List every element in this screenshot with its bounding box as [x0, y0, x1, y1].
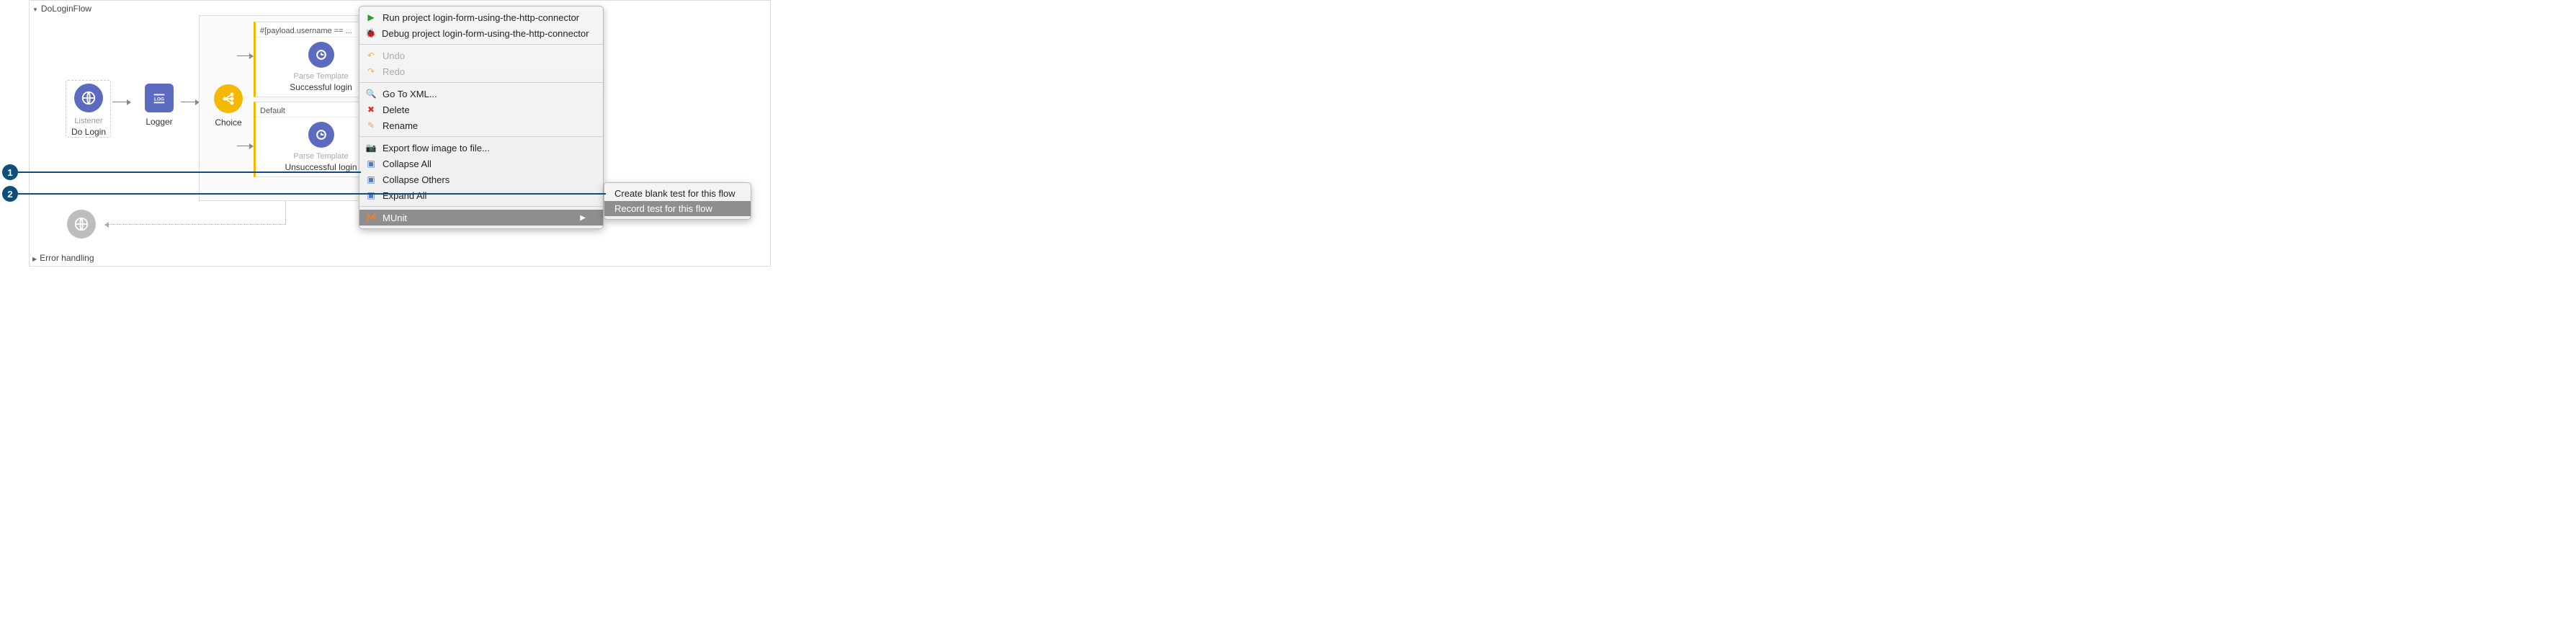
munit-submenu: Create blank test for this flow Record t…: [604, 182, 751, 220]
flow-title[interactable]: DoLoginFlow: [32, 4, 91, 14]
menu-delete[interactable]: ✖ Delete: [359, 102, 603, 117]
callout-line: [18, 193, 606, 195]
menu-undo[interactable]: ↶ Undo: [359, 48, 603, 63]
menu-redo[interactable]: ↷ Redo: [359, 63, 603, 79]
bug-icon: 🐞: [365, 27, 376, 39]
listener-label: Do Login: [60, 127, 117, 137]
return-line: [285, 201, 286, 225]
menu-goto-xml[interactable]: 🔍 Go To XML...: [359, 86, 603, 102]
collapse-icon: ▣: [365, 174, 377, 185]
delete-icon: ✖: [365, 104, 377, 115]
menu-label: Rename: [383, 120, 418, 131]
callout-badge: 2: [2, 186, 18, 202]
submenu-arrow-icon: ▶: [551, 214, 586, 222]
menu-label: Create blank test for this flow: [614, 188, 735, 199]
template-icon: [308, 42, 334, 68]
menu-separator: [359, 82, 603, 83]
dotted-return-arrow: [105, 224, 285, 225]
menu-expand-all[interactable]: ▣ Expand All: [359, 187, 603, 203]
menu-rename[interactable]: ✎ Rename: [359, 117, 603, 133]
munit-icon: [365, 212, 377, 223]
menu-label: Collapse All: [383, 159, 431, 169]
menu-label: Debug project login-form-using-the-http-…: [382, 28, 589, 39]
choice-node[interactable]: Choice: [207, 84, 250, 128]
menu-separator: [359, 206, 603, 207]
rename-icon: ✎: [365, 120, 377, 131]
choice-type: Choice: [207, 117, 250, 128]
collapse-icon: ▣: [365, 158, 377, 169]
logger-node[interactable]: LOG Logger: [130, 84, 188, 127]
globe-icon: [74, 84, 103, 112]
menu-export-image[interactable]: 📷 Export flow image to file...: [359, 140, 603, 156]
template-icon: [308, 122, 334, 148]
menu-run-project[interactable]: ▶ Run project login-form-using-the-http-…: [359, 9, 603, 25]
redo-icon: ↷: [365, 66, 377, 77]
menu-collapse-others[interactable]: ▣ Collapse Others: [359, 171, 603, 187]
arrow-icon: [237, 55, 253, 56]
logger-type: Logger: [130, 117, 188, 127]
log-icon: LOG: [145, 84, 174, 112]
expand-icon: ▣: [365, 190, 377, 201]
error-handling-section[interactable]: Error handling: [32, 253, 94, 263]
run-icon: ▶: [365, 12, 377, 23]
search-icon: 🔍: [365, 88, 377, 99]
camera-icon: 📷: [365, 142, 377, 153]
context-menu: ▶ Run project login-form-using-the-http-…: [359, 6, 604, 229]
callout-line: [18, 171, 361, 173]
menu-separator: [359, 44, 603, 45]
menu-label: Collapse Others: [383, 174, 450, 185]
listener-type: Listener: [60, 117, 117, 125]
undo-icon: ↶: [365, 50, 377, 61]
menu-label: Record test for this flow: [614, 203, 712, 214]
svg-text:LOG: LOG: [154, 97, 164, 102]
flow-end-node[interactable]: [60, 210, 103, 243]
menu-separator: [359, 136, 603, 137]
menu-label: Go To XML...: [383, 89, 437, 99]
menu-label: Export flow image to file...: [383, 143, 490, 153]
globe-icon: [67, 210, 96, 239]
callout-badge: 1: [2, 164, 18, 180]
menu-label: Expand All: [383, 190, 426, 201]
menu-munit[interactable]: MUnit ▶: [359, 210, 603, 226]
choice-icon: [214, 84, 243, 113]
menu-label: Redo: [383, 66, 405, 77]
menu-collapse-all[interactable]: ▣ Collapse All: [359, 156, 603, 171]
submenu-record-test[interactable]: Record test for this flow: [604, 201, 751, 216]
menu-debug-project[interactable]: 🐞 Debug project login-form-using-the-htt…: [359, 25, 603, 41]
menu-label: Undo: [383, 50, 405, 61]
menu-label: Run project login-form-using-the-http-co…: [383, 12, 579, 23]
menu-label: Delete: [383, 104, 410, 115]
menu-label: MUnit: [383, 213, 407, 223]
submenu-create-blank-test[interactable]: Create blank test for this flow: [604, 186, 751, 201]
listener-node[interactable]: Listener Do Login: [60, 84, 117, 137]
